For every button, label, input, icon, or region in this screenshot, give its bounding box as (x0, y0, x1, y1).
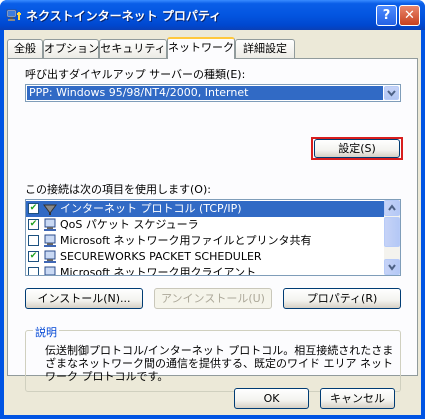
checkbox[interactable]: ✔ (28, 251, 39, 262)
chevron-up-icon (388, 204, 396, 211)
list-item-label: QoS パケット スケジューラ (60, 218, 199, 231)
list-item[interactable]: ✔ インターネット プロトコル (TCP/IP) (26, 201, 384, 217)
components-list[interactable]: ✔ インターネット プロトコル (TCP/IP) ✔ QoS パケット スケジュ… (25, 199, 401, 276)
properties-window: ネクストインターネット プロパティ ? ✕ 全般 オプション セキュリティ ネッ… (0, 0, 425, 419)
description-title: 説明 (33, 324, 59, 340)
protocol-icon (43, 204, 57, 215)
network-icon (44, 250, 56, 263)
tab-security[interactable]: セキュリティ (99, 39, 167, 58)
scroll-up-button[interactable] (384, 200, 400, 216)
list-item[interactable]: ✔ SECUREWORKS PACKET SCHEDULER (26, 249, 384, 265)
chevron-down-icon (387, 90, 396, 97)
dialup-type-select[interactable]: PPP: Windows 95/98/NT4/2000, Internet (25, 84, 401, 102)
service-icon (44, 234, 56, 247)
list-item-label: SECUREWORKS PACKET SCHEDULER (60, 250, 262, 263)
description-text: 伝送制御プロトコル/インターネット プロトコル。相互接続されたさまざまなネットワ… (45, 344, 394, 383)
scroll-thumb[interactable] (384, 217, 400, 247)
properties-button[interactable]: プロパティ(R) (283, 288, 401, 309)
checkbox[interactable]: ✔ (28, 219, 39, 230)
tab-options[interactable]: オプション (43, 39, 99, 58)
cancel-button[interactable]: キャンセル (320, 388, 395, 409)
components-label: この接続は次の項目を使用します(O): (25, 183, 211, 196)
window-title: ネクストインターネット プロパティ (26, 9, 222, 23)
uninstall-button[interactable]: アンインストール(U) (154, 288, 272, 309)
checkbox[interactable]: ✔ (28, 203, 39, 214)
title-bar[interactable]: ネクストインターネット プロパティ ? ✕ (0, 0, 425, 30)
dialup-type-label: 呼び出すダイヤルアップ サーバーの種類(E): (25, 68, 246, 81)
checkbox[interactable] (28, 235, 39, 246)
chevron-down-icon (388, 264, 396, 271)
tab-network[interactable]: ネットワーク (167, 37, 235, 59)
list-item-label: Microsoft ネットワーク用ファイルとプリンタ共有 (60, 234, 312, 247)
dialup-type-value: PPP: Windows 95/98/NT4/2000, Internet (27, 86, 383, 100)
list-item-label: Microsoft ネットワーク用クライアント (60, 266, 257, 276)
settings-button[interactable]: 設定(S) (314, 139, 400, 158)
list-item[interactable]: Microsoft ネットワーク用ファイルとプリンタ共有 (26, 233, 384, 249)
list-item-label: インターネット プロトコル (TCP/IP) (60, 202, 242, 215)
list-item[interactable]: Microsoft ネットワーク用クライアント (26, 265, 384, 276)
network-icon (44, 266, 56, 275)
tab-general[interactable]: 全般 (7, 39, 43, 58)
close-button[interactable]: ✕ (399, 5, 420, 26)
scroll-down-button[interactable] (384, 259, 400, 275)
dropdown-arrow-button[interactable] (384, 86, 399, 100)
checkbox[interactable] (28, 267, 39, 275)
ok-button[interactable]: OK (234, 388, 309, 409)
help-button[interactable]: ? (376, 5, 397, 26)
service-icon (44, 218, 56, 231)
tab-advanced[interactable]: 詳細設定 (235, 39, 295, 58)
dialog-client-area: 全般 オプション セキュリティ ネットワーク 詳細設定 呼び出すダイヤルアップ … (4, 30, 421, 415)
install-button[interactable]: インストール(N)... (25, 288, 143, 309)
list-scrollbar[interactable] (384, 200, 400, 275)
network-connection-icon (6, 9, 21, 21)
list-item[interactable]: ✔ QoS パケット スケジューラ (26, 217, 384, 233)
